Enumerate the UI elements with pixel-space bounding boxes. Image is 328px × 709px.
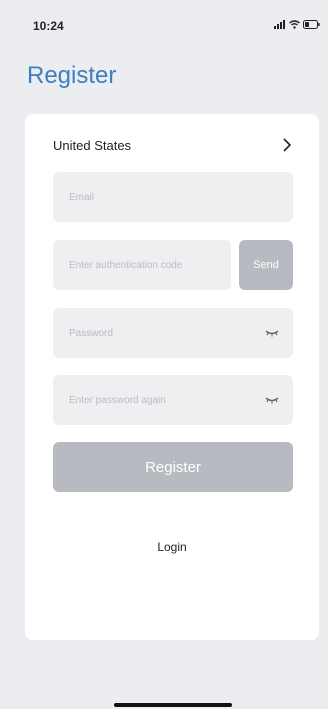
password-again-field[interactable] (67, 393, 265, 407)
chevron-right-icon (283, 138, 292, 152)
register-button[interactable]: Register (53, 442, 293, 492)
code-field-box (53, 240, 231, 290)
status-bar: 10:24 (0, 0, 328, 40)
password-field[interactable] (67, 326, 265, 340)
region-label: United States (53, 137, 132, 153)
wifi-icon (289, 20, 300, 29)
region-selector[interactable]: United States (53, 134, 295, 156)
password-again-field-box (53, 375, 293, 425)
eye-closed-icon[interactable] (265, 395, 279, 405)
email-field-box (53, 172, 293, 222)
home-indicator (114, 703, 232, 707)
verification-code-field[interactable] (67, 258, 217, 272)
send-code-button[interactable]: Send (239, 240, 293, 290)
password-field-box (53, 308, 293, 358)
status-icons (274, 20, 320, 29)
email-field[interactable] (67, 190, 279, 204)
signal-icon (274, 20, 285, 29)
eye-closed-icon[interactable] (265, 328, 279, 338)
page-title: Register (27, 62, 117, 89)
register-screen: 10:24 Register United States Email Enter… (0, 0, 328, 709)
battery-icon (303, 20, 320, 29)
status-time: 10:24 (33, 19, 64, 33)
login-link[interactable]: Login (25, 540, 319, 554)
register-card: United States Send Register (25, 114, 319, 640)
